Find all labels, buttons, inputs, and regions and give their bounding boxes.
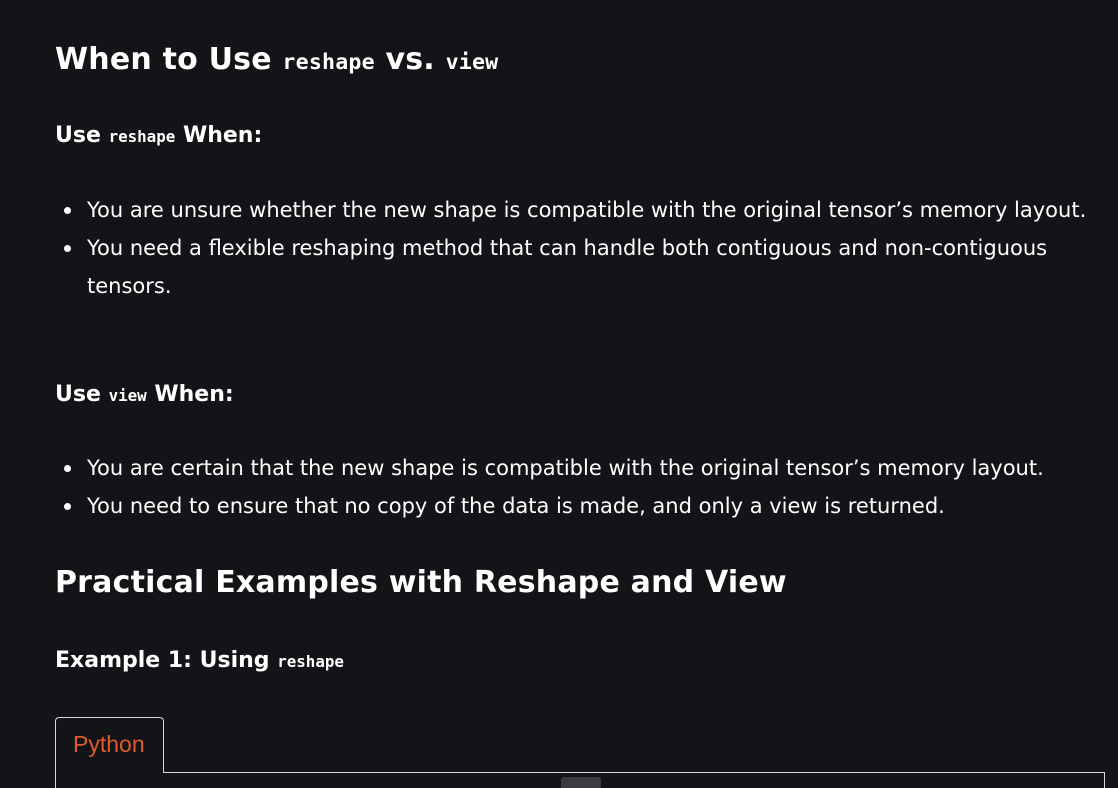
view-bullet-list: You are certain that the new shape is co… (55, 449, 1105, 525)
inline-code-view: view (445, 50, 499, 75)
list-item: You need to ensure that no copy of the d… (55, 487, 1105, 525)
code-block (55, 772, 1105, 788)
code-tab-label: Python (73, 731, 145, 757)
copy-button[interactable] (561, 777, 601, 788)
subheading-example-1: Example 1: Using reshape (55, 648, 344, 673)
section-heading-practical-examples: Practical Examples with Reshape and View (55, 565, 787, 600)
inline-code-reshape: reshape (108, 127, 176, 146)
list-item: You are certain that the new shape is co… (55, 449, 1105, 487)
list-item: You are unsure whether the new shape is … (55, 191, 1105, 229)
inline-code-view: view (108, 386, 147, 405)
code-tab-python[interactable]: Python (55, 717, 164, 773)
subheading-use-view: Use view When: (55, 382, 234, 407)
article-content: When to Use reshape vs. view Use reshape… (0, 0, 1118, 788)
subheading-use-reshape: Use reshape When: (55, 123, 263, 148)
inline-code-reshape: reshape (282, 50, 375, 75)
section-heading-when-to-use: When to Use reshape vs. view (55, 42, 499, 77)
list-item: You need a flexible reshaping method tha… (55, 229, 1105, 305)
reshape-bullet-list: You are unsure whether the new shape is … (55, 191, 1105, 305)
inline-code-reshape: reshape (277, 652, 344, 671)
